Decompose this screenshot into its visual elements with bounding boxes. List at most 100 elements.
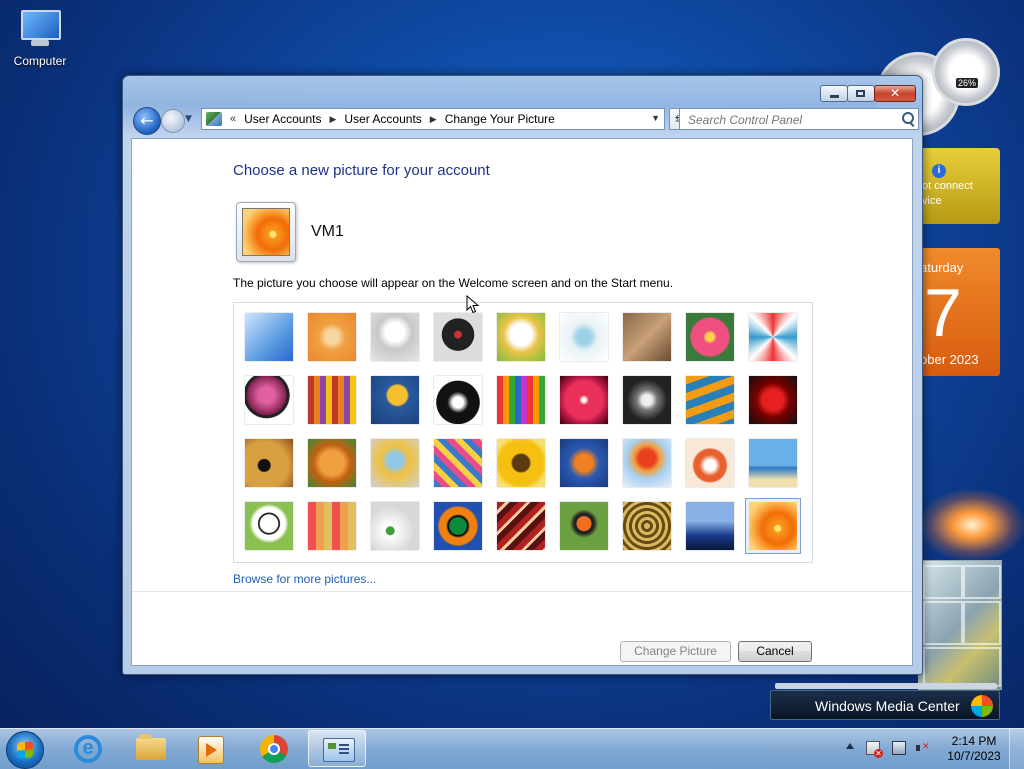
picture-tile-marbles[interactable] [371, 502, 419, 550]
picture-tile-crayons[interactable] [497, 376, 545, 424]
picture-tile-jacks[interactable] [623, 376, 671, 424]
taskbar-item-control-panel[interactable] [308, 730, 366, 767]
picture-tile-butterfly[interactable] [560, 502, 608, 550]
memory-gauge-icon [932, 38, 1000, 106]
back-arrow-icon: ← [140, 111, 154, 130]
picture-tile-kitten[interactable] [623, 313, 671, 361]
change-picture-button[interactable]: Change Picture [620, 641, 731, 662]
taskbar-item-internet-explorer[interactable]: e [60, 730, 118, 767]
breadcrumb-arrow-icon[interactable]: ▶ [430, 114, 437, 125]
picture-tile-guitar[interactable] [245, 439, 293, 487]
picture-tile-dahlia[interactable] [686, 313, 734, 361]
picture-tile-fabric-squares[interactable] [308, 502, 356, 550]
folder-icon [136, 734, 166, 760]
show-desktop-button[interactable] [1009, 729, 1024, 769]
picture-tile-sunflower[interactable] [497, 439, 545, 487]
volume-muted-icon[interactable] [916, 741, 930, 755]
slideshow-gadget[interactable] [918, 560, 1002, 690]
network-icon[interactable] [892, 741, 906, 755]
start-button[interactable] [6, 731, 44, 769]
picture-tile-sailboat[interactable] [749, 439, 797, 487]
content-pane: Choose a new picture for your account VM… [131, 138, 913, 666]
control-panel-icon [206, 112, 222, 126]
picture-tile-paper-crane[interactable] [749, 376, 797, 424]
breadcrumb-user-accounts[interactable]: User Accounts [244, 112, 321, 126]
address-dropdown-icon[interactable]: ▼ [651, 113, 660, 123]
picture-tile-fish[interactable] [560, 439, 608, 487]
windows-media-center-gadget[interactable]: Windows Media Center [770, 683, 1000, 720]
decorative-flame [920, 490, 1024, 560]
weather-gadget[interactable]: i ot connect vice [918, 148, 1000, 224]
picture-tile-ball[interactable] [245, 376, 293, 424]
show-hidden-icons-arrow-icon[interactable] [846, 743, 854, 749]
taskbar: e 2:14 PM 10/7/2023 [0, 728, 1024, 769]
control-panel-icon [323, 738, 355, 762]
picture-tile-shell-spiral[interactable] [623, 502, 671, 550]
weather-text-line1: ot connect [922, 180, 973, 192]
recent-pages-button[interactable]: ▼ [185, 114, 192, 124]
search-input[interactable] [686, 110, 890, 130]
action-center-icon[interactable] [866, 741, 883, 758]
calendar-gadget[interactable]: aturday 7 ober 2023 [918, 248, 1000, 376]
picture-tile-spinning-top[interactable] [560, 313, 608, 361]
picture-tile-roller-coaster[interactable] [245, 313, 293, 361]
picture-grid [233, 302, 813, 563]
picture-tile-star-lantern[interactable] [560, 376, 608, 424]
minimize-button[interactable] [820, 85, 848, 102]
cancel-button[interactable]: Cancel [738, 641, 812, 662]
taskbar-item-windows-explorer[interactable] [122, 730, 180, 767]
picture-tile-daruma[interactable] [686, 439, 734, 487]
navigation-bar: ← ▼ « User Accounts ▶ User Accounts ▶ Ch… [131, 106, 919, 135]
picture-tile-lighthouse[interactable] [686, 502, 734, 550]
picture-tile-pinwheel[interactable] [749, 313, 797, 361]
maximize-button[interactable] [847, 85, 875, 102]
picture-tile-robot-toy[interactable] [371, 313, 419, 361]
picture-tile-orange-flower[interactable] [745, 498, 801, 554]
breadcrumb-arrow-icon[interactable]: ▶ [330, 114, 337, 125]
calendar-month: ober 2023 [920, 352, 979, 367]
picture-tile-dog[interactable] [434, 376, 482, 424]
search-box[interactable] [679, 108, 919, 130]
calendar-day: aturday [920, 260, 964, 275]
page-title: Choose a new picture for your account [233, 162, 490, 179]
browse-more-pictures-link[interactable]: Browse for more pictures... [233, 572, 376, 586]
back-button[interactable]: ← [133, 107, 161, 135]
clock[interactable]: 2:14 PM 10/7/2023 [940, 734, 1008, 764]
picture-tile-robot-bot[interactable] [371, 439, 419, 487]
calendar-date: 7 [924, 275, 962, 351]
caption-buttons: ✕ [820, 85, 916, 102]
search-icon[interactable] [902, 112, 914, 124]
taskbar-item-media-player[interactable] [182, 730, 240, 767]
breadcrumb-overflow-chevron[interactable]: « [230, 113, 236, 125]
chrome-icon [260, 735, 288, 763]
desktop-icon-label: Computer [13, 54, 67, 68]
taskbar-item-chrome[interactable] [246, 730, 304, 767]
forward-button[interactable] [161, 109, 185, 133]
picture-tile-lucky-cat[interactable] [497, 313, 545, 361]
picture-tile-tapestry[interactable] [497, 502, 545, 550]
picture-tile-leaf-on-blue[interactable] [371, 376, 419, 424]
maximize-icon [856, 90, 865, 97]
address-bar[interactable]: « User Accounts ▶ User Accounts ▶ Change… [201, 108, 665, 130]
media-player-icon [198, 736, 224, 764]
breadcrumb-user-accounts-2[interactable]: User Accounts [344, 112, 421, 126]
clock-time: 2:14 PM [951, 734, 997, 748]
memory-percent: 26% [956, 78, 979, 88]
picture-tile-fabric-stripes[interactable] [308, 376, 356, 424]
close-button[interactable]: ✕ [874, 85, 916, 102]
picture-tile-scarves[interactable] [434, 439, 482, 487]
desktop-icon-computer[interactable]: Computer [8, 8, 72, 68]
picture-tile-starfish[interactable] [308, 313, 356, 361]
weather-text-line2: vice [922, 195, 942, 207]
picture-tile-record-player[interactable] [434, 313, 482, 361]
picture-tile-stairs[interactable] [686, 376, 734, 424]
picture-tile-pomeranian[interactable] [308, 439, 356, 487]
internet-explorer-icon: e [74, 735, 102, 763]
picture-tile-balloon[interactable] [623, 439, 671, 487]
divider [132, 591, 912, 592]
clock-date: 10/7/2023 [947, 749, 1001, 763]
picture-tile-window-frame[interactable] [434, 502, 482, 550]
picture-tile-soccer-ball[interactable] [245, 502, 293, 550]
breadcrumb-change-your-picture[interactable]: Change Your Picture [445, 112, 555, 126]
minimize-icon [830, 95, 839, 98]
